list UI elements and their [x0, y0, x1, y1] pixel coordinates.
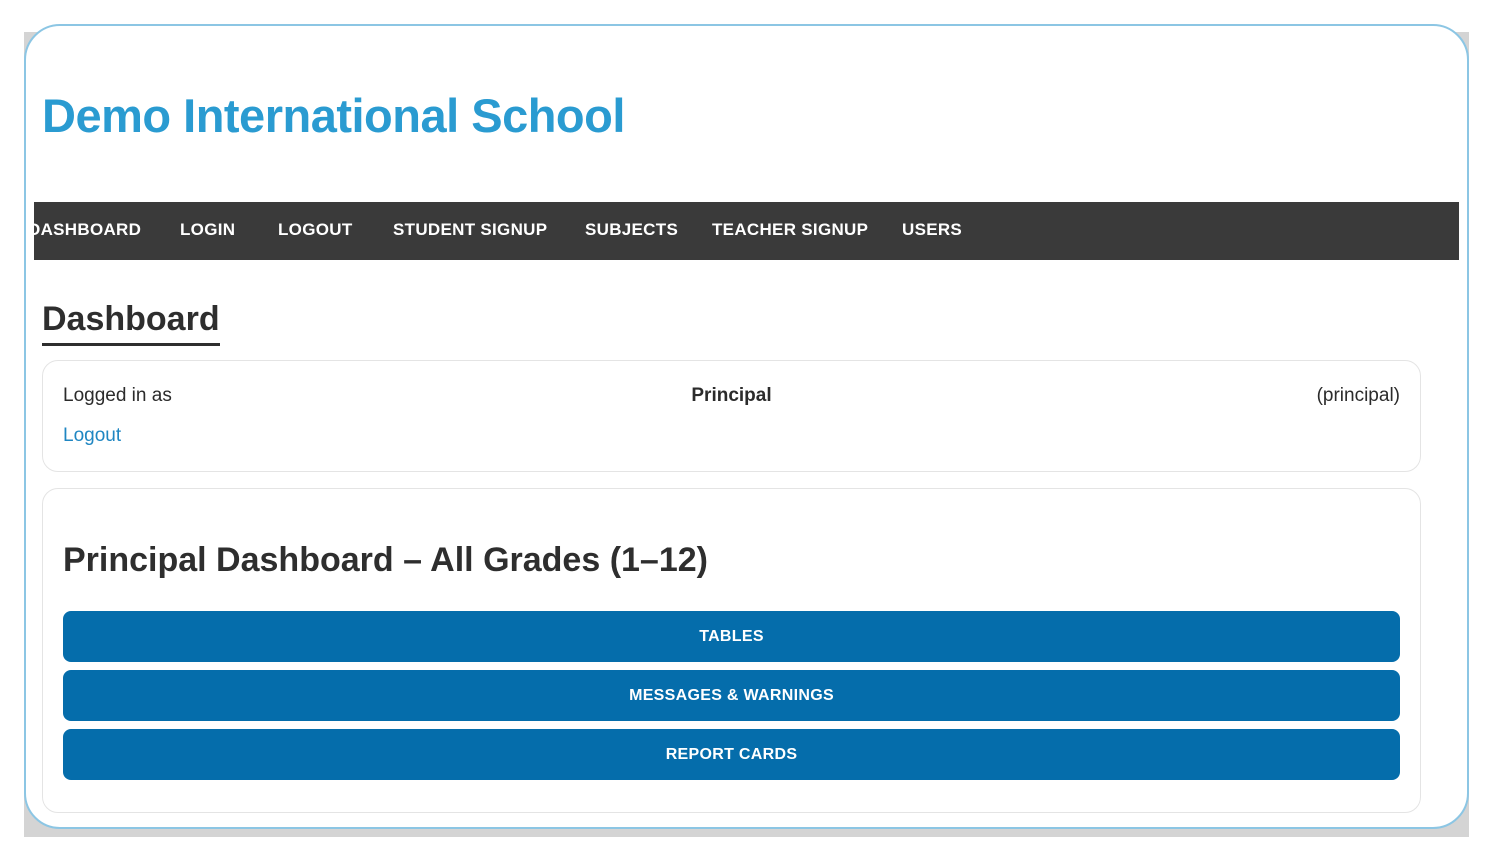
login-status-row: Logged in as Principal (principal): [63, 385, 1400, 409]
login-status-card: Logged in as Principal (principal) Logou…: [42, 360, 1421, 472]
nav-item-users[interactable]: USERS: [902, 202, 962, 260]
tables-button[interactable]: TABLES: [63, 611, 1400, 662]
nav-item-logout[interactable]: LOGOUT: [278, 202, 353, 260]
report-cards-button[interactable]: REPORT CARDS: [63, 729, 1400, 780]
principal-dashboard-card: Principal Dashboard – All Grades (1–12) …: [42, 488, 1421, 813]
nav-item-dashboard[interactable]: DASHBOARD: [34, 202, 141, 260]
nav-item-teacher-signup[interactable]: TEACHER SIGNUP: [712, 202, 868, 260]
main-navbar: DASHBOARD LOGIN LOGOUT STUDENT SIGNUP SU…: [34, 202, 1459, 260]
nav-item-login[interactable]: LOGIN: [180, 202, 235, 260]
site-title: Demo International School: [42, 89, 625, 142]
nav-item-student-signup[interactable]: STUDENT SIGNUP: [393, 202, 547, 260]
logged-in-user-role: (principal): [1316, 385, 1400, 406]
logout-link[interactable]: Logout: [63, 425, 121, 447]
nav-item-subjects[interactable]: SUBJECTS: [585, 202, 678, 260]
page-heading: Dashboard: [42, 300, 220, 346]
logged-in-user-name: Principal: [691, 385, 772, 406]
messages-warnings-button[interactable]: MESSAGES & WARNINGS: [63, 670, 1400, 721]
dashboard-card-heading: Principal Dashboard – All Grades (1–12): [63, 541, 708, 579]
browser-frame: Demo International School DASHBOARD LOGI…: [24, 24, 1469, 829]
